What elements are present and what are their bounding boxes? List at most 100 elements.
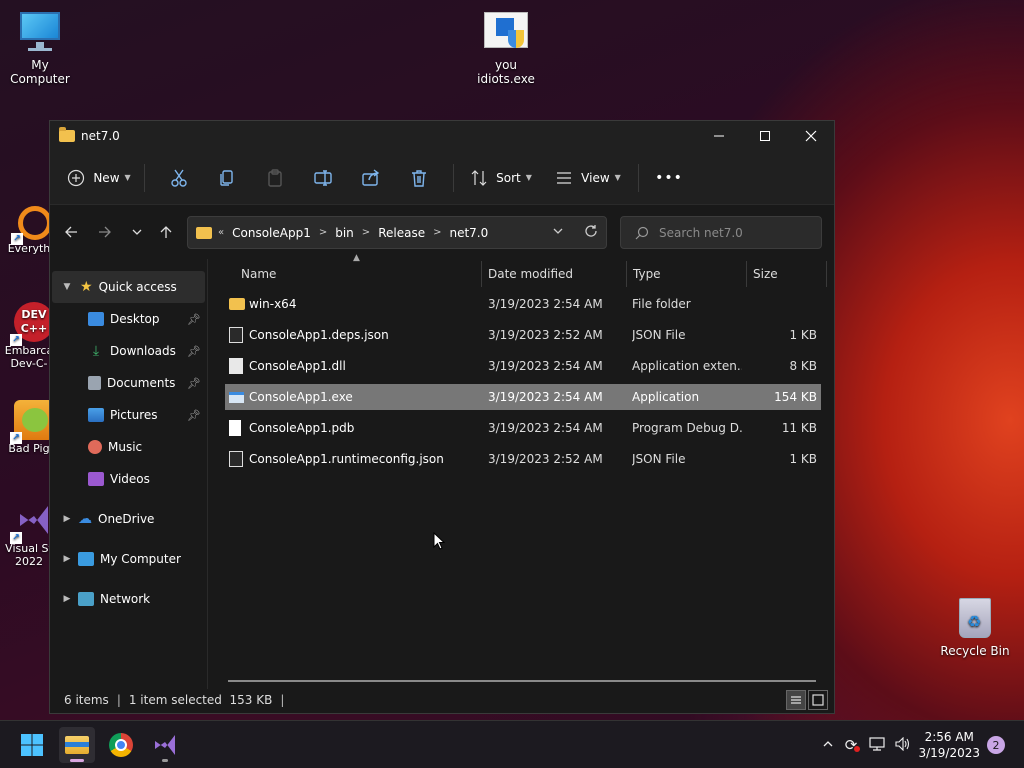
desktop-icon-devcpp[interactable]: DEV C++ ↗ Embarca Dev-C- [4,302,54,370]
delete-button[interactable] [395,162,443,194]
refresh-button[interactable] [584,224,598,241]
desktop-icon-everything[interactable]: ↗ Everyth [4,206,54,255]
breadcrumb-bin[interactable]: bin [335,226,354,240]
forward-button[interactable] [90,217,120,247]
pin-icon[interactable]: 📌︎ [187,409,201,422]
breadcrumb-consoleapp1[interactable]: ConsoleApp1 [232,226,311,240]
desktop-icon-recycle-bin[interactable]: ♻ Recycle Bin [935,596,1015,658]
column-divider[interactable] [826,261,827,287]
system-tray: ⟳ [818,721,916,768]
more-options-button[interactable]: ••• [649,162,689,194]
notification-badge[interactable]: 2 [987,736,1005,754]
pin-icon[interactable]: 📌︎ [187,345,201,358]
breadcrumb-release[interactable]: Release [378,226,425,240]
taskbar-file-explorer[interactable] [59,727,95,763]
file-size: 8 KB [789,359,817,373]
sidebar-item-desktop[interactable]: Desktop 📌︎ [50,303,207,335]
recent-locations-button[interactable] [122,217,152,247]
desktop-icon-you-idiots[interactable]: you idiots.exe [466,10,546,86]
clock[interactable]: 2:56 AM 3/19/2023 [918,729,980,761]
search-box[interactable] [620,216,822,249]
chevron-right-icon[interactable]: ▶ [60,594,74,604]
file-date: 3/19/2023 2:54 AM [488,297,603,311]
taskbar-chrome[interactable] [103,727,139,763]
sidebar-item-pictures[interactable]: Pictures 📌︎ [50,399,207,431]
close-button[interactable] [788,121,834,151]
everything-icon: ↗ [11,206,52,245]
sidebar-item-label: My Computer [100,552,181,566]
sidebar-item-quick-access[interactable]: ▼ ★ Quick access [52,271,205,303]
sidebar-item-documents[interactable]: Documents 📌︎ [50,367,207,399]
copy-button[interactable] [203,162,251,194]
desktop-icon-bad-piggies[interactable]: ↗ Bad Pig [4,400,54,455]
desktop-icon-visual-studio[interactable]: ↗ Visual St 2022 [4,500,54,568]
sidebar-item-label: OneDrive [98,512,155,526]
column-divider[interactable] [746,261,747,287]
file-row[interactable]: win-x64 3/19/2023 2:54 AM File folder [225,291,821,317]
breadcrumb-overflow[interactable]: « [218,227,224,238]
back-button[interactable] [56,217,86,247]
visual-studio-icon [155,735,175,755]
file-row[interactable]: ConsoleApp1.pdb 3/19/2023 2:54 AM Progra… [225,415,821,441]
network-status-icon[interactable] [864,736,890,754]
minimize-icon [714,135,724,137]
tiles-view-button[interactable] [808,690,828,710]
column-header-date[interactable]: Date modified [488,267,573,281]
up-button[interactable] [151,217,181,247]
column-divider[interactable] [481,261,482,287]
sidebar-item-label: Downloads [110,344,176,358]
minimize-button[interactable] [696,121,742,151]
sidebar-item-network[interactable]: ▶ Network [50,583,207,615]
horizontal-scrollbar[interactable] [228,680,816,682]
new-button[interactable]: New ▼ [64,162,134,194]
search-input[interactable] [659,225,809,240]
sidebar-item-music[interactable]: Music [50,431,207,463]
chevron-down-icon: ▼ [525,173,532,182]
pin-icon[interactable]: 📌︎ [187,313,201,326]
view-button[interactable]: View ▼ [548,162,628,194]
column-header-size[interactable]: Size [753,267,778,281]
more-icon: ••• [655,169,683,186]
sync-status-icon[interactable]: ⟳ [838,736,864,754]
chevron-down-icon [132,229,142,235]
taskbar-visual-studio[interactable] [147,727,183,763]
file-row-selected[interactable]: ConsoleApp1.exe 3/19/2023 2:54 AM Applic… [225,384,821,410]
title-bar[interactable]: net7.0 [50,121,834,151]
pictures-icon [88,408,104,422]
status-bar: 6 items | 1 item selected 153 KB | [50,687,834,713]
file-row[interactable]: ConsoleApp1.dll 3/19/2023 2:54 AM Applic… [225,353,821,379]
address-dropdown-button[interactable] [552,225,564,240]
breadcrumb-net70[interactable]: net7.0 [449,226,488,240]
maximize-button[interactable] [742,121,788,151]
file-row[interactable]: ConsoleApp1.deps.json 3/19/2023 2:52 AM … [225,322,821,348]
volume-icon[interactable] [890,736,916,754]
sidebar-item-downloads[interactable]: ⤓ Downloads 📌︎ [50,335,207,367]
desktop-icon-my-computer[interactable]: My Computer [0,10,80,86]
chevron-down-icon[interactable]: ▼ [60,282,74,292]
column-divider[interactable] [626,261,627,287]
sidebar-item-videos[interactable]: Videos [50,463,207,495]
star-icon: ★ [80,279,93,295]
start-button[interactable] [14,727,50,763]
sidebar-item-my-computer[interactable]: ▶ My Computer [50,543,207,575]
chevron-right-icon[interactable]: ▶ [60,514,74,524]
address-bar[interactable]: « ConsoleApp1 > bin > Release > net7.0 [187,216,607,249]
item-count: 6 items [64,693,109,707]
desktop-label: 2022 [15,555,43,568]
chevron-right-icon[interactable]: ▶ [60,554,74,564]
file-row[interactable]: ConsoleApp1.runtimeconfig.json 3/19/2023… [225,446,821,472]
share-button[interactable] [347,162,395,194]
paste-button[interactable] [251,162,299,194]
details-view-button[interactable] [786,690,806,710]
column-header-name[interactable]: Name [241,267,276,281]
sidebar-item-onedrive[interactable]: ▶ ☁ OneDrive [50,503,207,535]
column-header-type[interactable]: Type [633,267,661,281]
sort-button[interactable]: Sort ▼ [464,162,538,194]
rename-button[interactable] [299,162,347,194]
file-name: ConsoleApp1.dll [249,359,346,373]
cut-button[interactable] [155,162,203,194]
clipboard-icon [268,168,282,187]
show-hidden-icons-button[interactable] [818,738,838,753]
pin-icon[interactable]: 📌︎ [187,377,201,390]
maximize-icon [760,131,770,141]
